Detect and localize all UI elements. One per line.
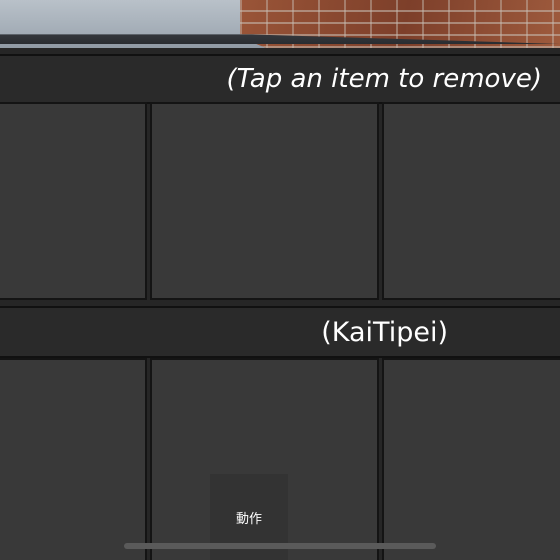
player-header: (KaiTipei): [0, 306, 560, 358]
player-name-label: (KaiTipei): [321, 317, 448, 348]
action-button-label: 動作: [235, 512, 262, 527]
remove-hint-label: (Tap an item to remove): [226, 64, 543, 94]
backpack-header: (Tap an item to remove): [0, 54, 560, 104]
background-wall: [0, 0, 250, 40]
inventory-slot-6[interactable]: [382, 358, 560, 560]
inventory-slot-1[interactable]: [0, 102, 147, 300]
horizontal-scrollbar[interactable]: [124, 543, 436, 549]
inventory-slot-3[interactable]: [382, 102, 560, 300]
game-screen: (Tap an item to remove) (KaiTipei) 動作: [0, 0, 560, 560]
game-world-view[interactable]: [0, 0, 560, 52]
inventory-slot-4[interactable]: [0, 358, 147, 560]
inventory-slot-2[interactable]: [150, 102, 379, 300]
